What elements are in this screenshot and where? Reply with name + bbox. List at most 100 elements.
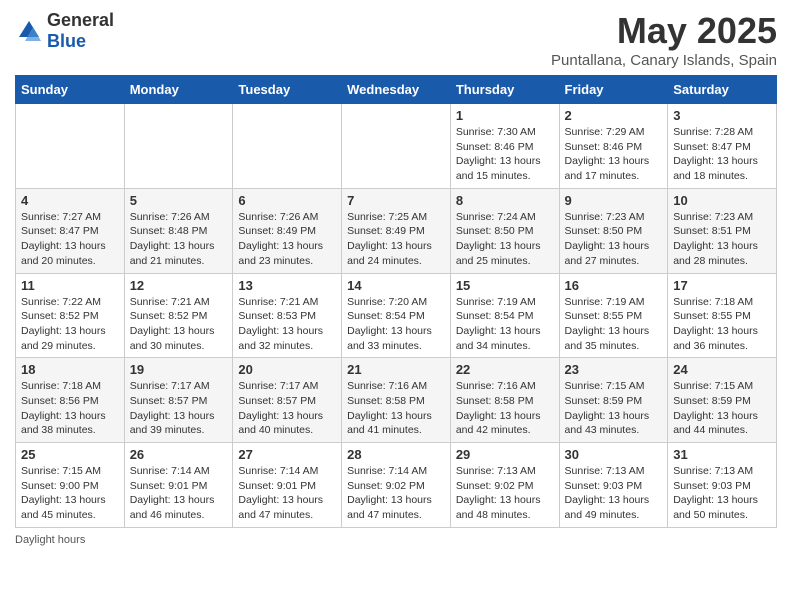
calendar-cell: 2 Sunrise: 7:29 AMSunset: 8:46 PMDaylight… [559, 104, 668, 189]
days-of-week-row: SundayMondayTuesdayWednesdayThursdayFrid… [16, 76, 777, 104]
day-info: Sunrise: 7:16 AMSunset: 8:58 PMDaylight:… [456, 379, 554, 438]
day-info: Sunrise: 7:18 AMSunset: 8:56 PMDaylight:… [21, 379, 119, 438]
calendar-cell [233, 104, 342, 189]
day-info: Sunrise: 7:20 AMSunset: 8:54 PMDaylight:… [347, 295, 445, 354]
day-info: Sunrise: 7:17 AMSunset: 8:57 PMDaylight:… [130, 379, 228, 438]
calendar-cell: 25 Sunrise: 7:15 AMSunset: 9:00 PMDayligh… [16, 443, 125, 528]
calendar-cell: 29 Sunrise: 7:13 AMSunset: 9:02 PMDayligh… [450, 443, 559, 528]
calendar-cell: 8 Sunrise: 7:24 AMSunset: 8:50 PMDaylight… [450, 188, 559, 273]
calendar-cell: 11Sunrise: 7:22 AMSunset: 8:52 PMDayligh… [16, 273, 125, 358]
calendar-cell: 6 Sunrise: 7:26 AMSunset: 8:49 PMDaylight… [233, 188, 342, 273]
footer-note: Daylight hours [15, 534, 777, 546]
day-number: 22 [456, 362, 554, 377]
day-number: 11 [21, 278, 119, 293]
day-number: 18 [21, 362, 119, 377]
calendar-cell: 1 Sunrise: 7:30 AMSunset: 8:46 PMDaylight… [450, 104, 559, 189]
calendar-cell: 4Sunrise: 7:27 AMSunset: 8:47 PMDaylight… [16, 188, 125, 273]
calendar-cell: 26 Sunrise: 7:14 AMSunset: 9:01 PMDayligh… [124, 443, 233, 528]
day-number: 29 [456, 447, 554, 462]
day-info: Sunrise: 7:18 AMSunset: 8:55 PMDaylight:… [673, 295, 771, 354]
calendar-cell [16, 104, 125, 189]
day-number: 17 [673, 278, 771, 293]
day-number: 5 [130, 193, 228, 208]
calendar-cell: 14 Sunrise: 7:20 AMSunset: 8:54 PMDayligh… [342, 273, 451, 358]
day-number: 15 [456, 278, 554, 293]
day-info: Sunrise: 7:26 AMSunset: 8:49 PMDaylight:… [238, 210, 336, 269]
day-info: Sunrise: 7:24 AMSunset: 8:50 PMDaylight:… [456, 210, 554, 269]
day-info: Sunrise: 7:28 AMSunset: 8:47 PMDaylight:… [673, 125, 771, 184]
calendar-cell: 21 Sunrise: 7:16 AMSunset: 8:58 PMDayligh… [342, 358, 451, 443]
calendar-cell: 15Sunrise: 7:19 AMSunset: 8:54 PMDayligh… [450, 273, 559, 358]
day-info: Sunrise: 7:25 AMSunset: 8:49 PMDaylight:… [347, 210, 445, 269]
calendar-week-3: 11Sunrise: 7:22 AMSunset: 8:52 PMDayligh… [16, 273, 777, 358]
day-header-sunday: Sunday [16, 76, 125, 104]
day-info: Sunrise: 7:17 AMSunset: 8:57 PMDaylight:… [238, 379, 336, 438]
day-info: Sunrise: 7:26 AMSunset: 8:48 PMDaylight:… [130, 210, 228, 269]
day-info: Sunrise: 7:14 AMSunset: 9:01 PMDaylight:… [238, 464, 336, 523]
day-number: 10 [673, 193, 771, 208]
day-number: 12 [130, 278, 228, 293]
calendar-body: 1 Sunrise: 7:30 AMSunset: 8:46 PMDaylight… [16, 104, 777, 528]
day-info: Sunrise: 7:21 AMSunset: 8:52 PMDaylight:… [130, 295, 228, 354]
calendar-cell [124, 104, 233, 189]
calendar-week-2: 4Sunrise: 7:27 AMSunset: 8:47 PMDaylight… [16, 188, 777, 273]
day-header-friday: Friday [559, 76, 668, 104]
day-number: 14 [347, 278, 445, 293]
day-number: 30 [565, 447, 663, 462]
calendar-cell: 7 Sunrise: 7:25 AMSunset: 8:49 PMDaylight… [342, 188, 451, 273]
calendar-cell: 30 Sunrise: 7:13 AMSunset: 9:03 PMDayligh… [559, 443, 668, 528]
calendar-week-4: 18 Sunrise: 7:18 AMSunset: 8:56 PMDayligh… [16, 358, 777, 443]
day-number: 25 [21, 447, 119, 462]
calendar-cell: 24Sunrise: 7:15 AMSunset: 8:59 PMDayligh… [668, 358, 777, 443]
calendar-cell: 28 Sunrise: 7:14 AMSunset: 9:02 PMDayligh… [342, 443, 451, 528]
calendar-week-5: 25 Sunrise: 7:15 AMSunset: 9:00 PMDayligh… [16, 443, 777, 528]
calendar-header: SundayMondayTuesdayWednesdayThursdayFrid… [16, 76, 777, 104]
day-info: Sunrise: 7:13 AMSunset: 9:03 PMDaylight:… [565, 464, 663, 523]
day-number: 2 [565, 108, 663, 123]
logo-text-blue: Blue [47, 31, 86, 51]
day-info: Sunrise: 7:30 AMSunset: 8:46 PMDaylight:… [456, 125, 554, 184]
calendar-cell: 10 Sunrise: 7:23 AMSunset: 8:51 PMDayligh… [668, 188, 777, 273]
day-info: Sunrise: 7:14 AMSunset: 9:01 PMDaylight:… [130, 464, 228, 523]
day-number: 21 [347, 362, 445, 377]
day-info: Sunrise: 7:15 AMSunset: 8:59 PMDaylight:… [673, 379, 771, 438]
calendar-cell: 17 Sunrise: 7:18 AMSunset: 8:55 PMDayligh… [668, 273, 777, 358]
day-number: 19 [130, 362, 228, 377]
day-info: Sunrise: 7:13 AMSunset: 9:02 PMDaylight:… [456, 464, 554, 523]
day-header-tuesday: Tuesday [233, 76, 342, 104]
day-info: Sunrise: 7:13 AMSunset: 9:03 PMDaylight:… [673, 464, 771, 523]
day-info: Sunrise: 7:15 AMSunset: 9:00 PMDaylight:… [21, 464, 119, 523]
day-number: 23 [565, 362, 663, 377]
logo-icon [15, 17, 43, 45]
logo-text-general: General [47, 10, 114, 30]
day-header-monday: Monday [124, 76, 233, 104]
logo: General Blue [15, 10, 114, 52]
day-info: Sunrise: 7:23 AMSunset: 8:51 PMDaylight:… [673, 210, 771, 269]
calendar-cell: 5 Sunrise: 7:26 AMSunset: 8:48 PMDaylight… [124, 188, 233, 273]
page-header: General Blue May 2025 Puntallana, Canary… [15, 10, 777, 69]
calendar-cell: 20Sunrise: 7:17 AMSunset: 8:57 PMDayligh… [233, 358, 342, 443]
day-number: 7 [347, 193, 445, 208]
main-title: May 2025 [551, 10, 777, 52]
calendar-cell: 9Sunrise: 7:23 AMSunset: 8:50 PMDaylight… [559, 188, 668, 273]
day-info: Sunrise: 7:29 AMSunset: 8:46 PMDaylight:… [565, 125, 663, 184]
day-number: 26 [130, 447, 228, 462]
calendar-cell: 22 Sunrise: 7:16 AMSunset: 8:58 PMDayligh… [450, 358, 559, 443]
calendar-week-1: 1 Sunrise: 7:30 AMSunset: 8:46 PMDaylight… [16, 104, 777, 189]
day-info: Sunrise: 7:21 AMSunset: 8:53 PMDaylight:… [238, 295, 336, 354]
day-number: 1 [456, 108, 554, 123]
day-info: Sunrise: 7:14 AMSunset: 9:02 PMDaylight:… [347, 464, 445, 523]
day-info: Sunrise: 7:27 AMSunset: 8:47 PMDaylight:… [21, 210, 119, 269]
day-number: 28 [347, 447, 445, 462]
day-number: 8 [456, 193, 554, 208]
calendar-cell: 27 Sunrise: 7:14 AMSunset: 9:01 PMDayligh… [233, 443, 342, 528]
day-info: Sunrise: 7:16 AMSunset: 8:58 PMDaylight:… [347, 379, 445, 438]
calendar-cell: 31Sunrise: 7:13 AMSunset: 9:03 PMDayligh… [668, 443, 777, 528]
day-header-wednesday: Wednesday [342, 76, 451, 104]
day-number: 3 [673, 108, 771, 123]
day-number: 6 [238, 193, 336, 208]
day-info: Sunrise: 7:15 AMSunset: 8:59 PMDaylight:… [565, 379, 663, 438]
day-number: 27 [238, 447, 336, 462]
subtitle: Puntallana, Canary Islands, Spain [551, 52, 777, 69]
day-info: Sunrise: 7:19 AMSunset: 8:55 PMDaylight:… [565, 295, 663, 354]
